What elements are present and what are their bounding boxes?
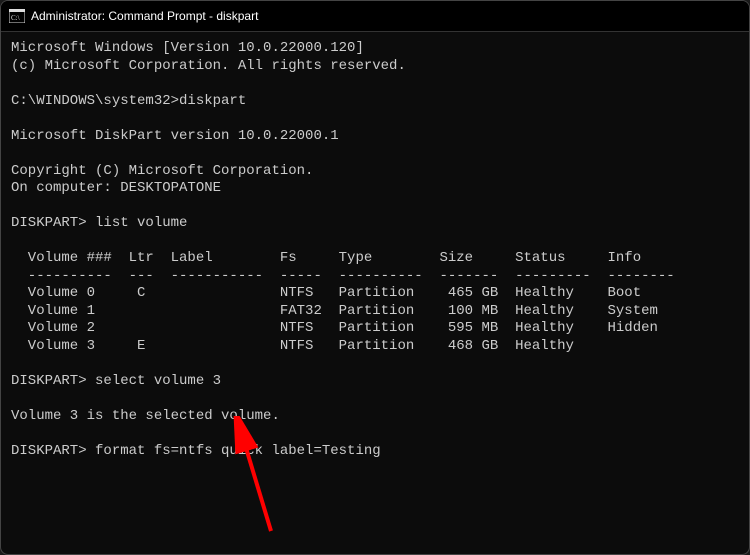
line-diskpart-copyright: Copyright (C) Microsoft Corporation.: [11, 163, 313, 179]
table-row: Volume 1 FAT32 Partition 100 MB Healthy …: [11, 303, 658, 319]
line-cmd-list-volume: DISKPART> list volume: [11, 215, 187, 231]
titlebar[interactable]: C:\ Administrator: Command Prompt - disk…: [1, 1, 749, 32]
command-prompt-window: C:\ Administrator: Command Prompt - disk…: [0, 0, 750, 555]
cmd-icon: C:\: [9, 9, 25, 23]
svg-text:C:\: C:\: [11, 14, 20, 22]
table-row: Volume 0 C NTFS Partition 465 GB Healthy…: [11, 285, 641, 301]
table-row: Volume 2 NTFS Partition 595 MB Healthy H…: [11, 320, 658, 336]
table-separator: ---------- --- ----------- ----- -------…: [11, 268, 675, 284]
terminal-output[interactable]: Microsoft Windows [Version 10.0.22000.12…: [1, 32, 749, 468]
table-header: Volume ### Ltr Label Fs Type Size Status…: [11, 250, 641, 266]
window-title: Administrator: Command Prompt - diskpart: [31, 9, 258, 23]
line-cmd-format: DISKPART> format fs=ntfs quick label=Tes…: [11, 443, 381, 459]
line-prompt-diskpart: C:\WINDOWS\system32>diskpart: [11, 93, 246, 109]
line-cmd-select-volume: DISKPART> select volume 3: [11, 373, 221, 389]
line-diskpart-version: Microsoft DiskPart version 10.0.22000.1: [11, 128, 339, 144]
line-selected-msg: Volume 3 is the selected volume.: [11, 408, 280, 424]
table-row: Volume 3 E NTFS Partition 468 GB Healthy: [11, 338, 574, 354]
line-winver: Microsoft Windows [Version 10.0.22000.12…: [11, 40, 364, 56]
line-on-computer: On computer: DESKTOPATONE: [11, 180, 221, 196]
line-copyright: (c) Microsoft Corporation. All rights re…: [11, 58, 406, 74]
